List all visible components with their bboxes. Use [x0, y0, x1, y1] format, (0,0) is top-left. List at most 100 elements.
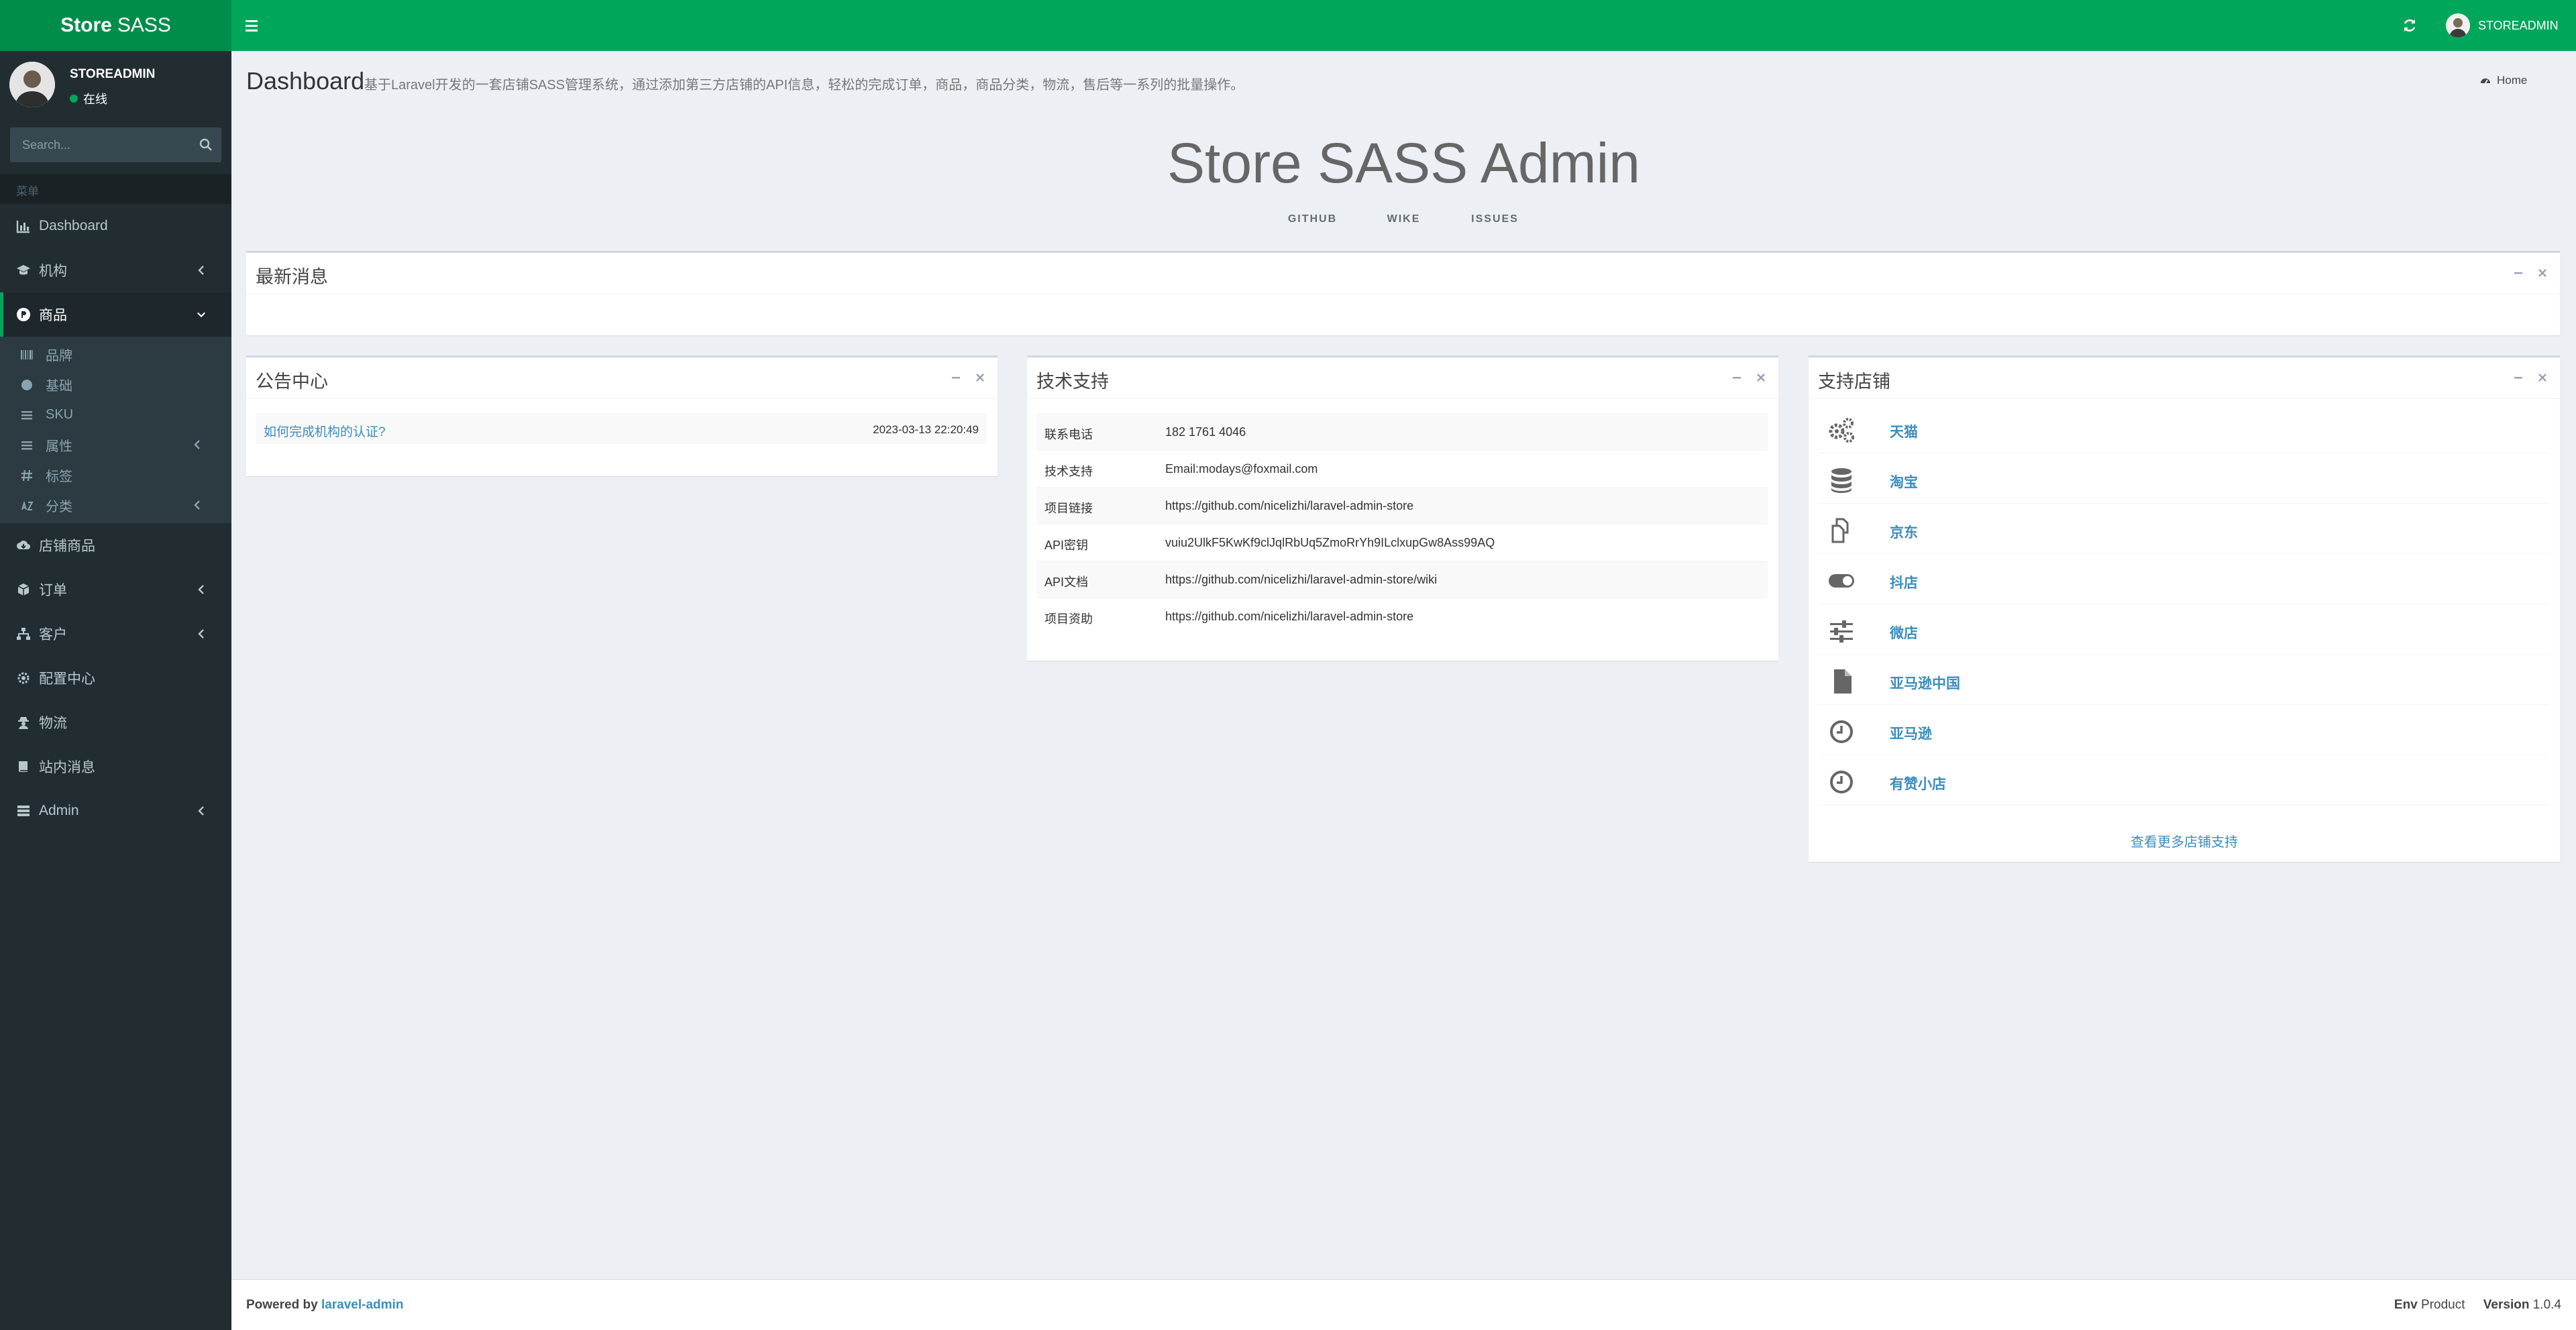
- sidebar-item-orders[interactable]: 订单: [0, 567, 231, 612]
- refresh-icon[interactable]: [2402, 17, 2418, 34]
- chart-icon: [16, 221, 30, 233]
- submenu-item-tags[interactable]: 标签: [0, 460, 231, 490]
- notice-link[interactable]: 如何完成机构的认证?: [264, 422, 386, 440]
- shop-item-douyin[interactable]: 抖店: [1818, 554, 2549, 604]
- sidebar-search: [10, 127, 221, 162]
- hero-title: Store SASS Admin: [1167, 131, 1641, 195]
- close-icon[interactable]: [973, 371, 987, 384]
- menu-header: 菜单: [0, 174, 231, 204]
- collapse-icon[interactable]: [1730, 371, 1743, 384]
- submenu-item-category[interactable]: 分类: [0, 490, 231, 520]
- submenu-item-sku[interactable]: SKU: [0, 400, 231, 430]
- sidebar-item-config-center[interactable]: 配置中心: [0, 656, 231, 700]
- sidebar-menu: Dashboard 机构 商品 品牌 基础 SKU 属性 标签 分类 店铺商品 …: [0, 204, 231, 833]
- sort-alpha-icon: [21, 500, 34, 510]
- sidebar-item-admin[interactable]: Admin: [0, 789, 231, 833]
- sidebar-item-store-products[interactable]: 店铺商品: [0, 523, 231, 567]
- list-icon: [21, 441, 32, 449]
- tech-key: 联系电话: [1044, 428, 1093, 441]
- dashboard-icon: [2481, 78, 2490, 84]
- submenu-item-basic[interactable]: 基础: [0, 370, 231, 400]
- sidebar-item-label: 订单: [39, 583, 67, 598]
- tech-value: Email:modays@foxmail.com: [1165, 462, 1318, 476]
- close-icon[interactable]: [2536, 266, 2549, 280]
- submenu-item-label: 品牌: [46, 349, 72, 364]
- tech-table: 联系电话 182 1761 4046 技术支持 Email:modays@foxma…: [1036, 413, 1768, 634]
- circle-icon: [21, 379, 32, 390]
- sidebar-item-messages[interactable]: 站内消息: [0, 744, 231, 789]
- products-submenu: 品牌 基础 SKU 属性 标签 分类: [0, 337, 231, 523]
- breadcrumb-home: Home: [2497, 74, 2528, 87]
- shop-item-jd[interactable]: 京东: [1818, 504, 2549, 554]
- more-shops-link[interactable]: 查看更多店铺支持: [1809, 831, 2560, 850]
- brand-name-bold: Store: [60, 14, 112, 36]
- collapse-icon[interactable]: [2512, 371, 2525, 384]
- github-link[interactable]: GITHUB: [1267, 213, 1358, 225]
- book-icon: [19, 761, 28, 772]
- shop-item-amazon[interactable]: 亚马逊: [1818, 705, 2549, 755]
- tech-value: https://github.com/nicelizhi/laravel-adm…: [1165, 610, 1414, 623]
- collapse-icon[interactable]: [2512, 266, 2525, 280]
- shop-item-taobao[interactable]: 淘宝: [1818, 453, 2549, 504]
- shop-list: 天猫 淘宝 京东 抖店 微店 亚马逊中国 亚马逊 有赞小店: [1818, 403, 2549, 806]
- search-input[interactable]: [10, 127, 181, 162]
- shop-item-youzan[interactable]: 有赞小店: [1818, 755, 2549, 806]
- env-label: Env: [2394, 1298, 2418, 1312]
- sliders-icon: [1830, 620, 1853, 643]
- sidebar-item-label: 客户: [39, 627, 67, 643]
- collapse-icon[interactable]: [949, 371, 963, 384]
- issues-link[interactable]: ISSUES: [1450, 213, 1541, 225]
- chevron-left-icon: [198, 806, 204, 816]
- shop-name: 微店: [1890, 626, 1918, 641]
- tech-value: vuiu2UlkF5KwKf9clJqlRbUq5ZmoRrYh9ILclxup…: [1165, 536, 1495, 549]
- hero: Store SASS Admin: [231, 131, 2576, 196]
- tech-key: API文档: [1044, 575, 1089, 589]
- table-row: API文档 https://github.com/nicelizhi/larave…: [1036, 561, 1768, 598]
- list-icon: [21, 410, 32, 419]
- table-row: 联系电话 182 1761 4046: [1036, 413, 1768, 450]
- brand-logo[interactable]: Store SASS: [0, 0, 231, 51]
- hero-links: GITHUB WIKE ISSUES: [231, 213, 2576, 225]
- page-title: Dashboard: [246, 67, 365, 95]
- sidebar-item-label: Dashboard: [39, 218, 108, 233]
- close-icon[interactable]: [1754, 371, 1768, 384]
- submenu-item-attributes[interactable]: 属性: [0, 430, 231, 460]
- sidebar-item-organization[interactable]: 机构: [0, 248, 231, 292]
- shop-name: 亚马逊中国: [1890, 676, 1960, 691]
- online-dot-icon: [70, 95, 78, 103]
- box-title: 技术支持: [1036, 372, 1109, 392]
- notice-box: 公告中心 如何完成机构的认证? 2023-03-13 22:20:49: [246, 355, 998, 476]
- wike-link[interactable]: WIKE: [1358, 213, 1450, 225]
- sidebar-item-customers[interactable]: 客户: [0, 612, 231, 656]
- breadcrumb[interactable]: Home: [2479, 74, 2527, 87]
- version-label: Version: [2483, 1298, 2530, 1312]
- box-title: 最新消息: [256, 267, 328, 287]
- shop-item-weidian[interactable]: 微店: [1818, 604, 2549, 655]
- product-hunt-icon: [17, 308, 30, 321]
- shop-item-amazon-cn[interactable]: 亚马逊中国: [1818, 655, 2549, 705]
- sidebar-item-products[interactable]: 商品: [0, 292, 231, 337]
- sidebar-item-dashboard[interactable]: Dashboard: [0, 204, 231, 248]
- box-header: 技术支持: [1027, 357, 1778, 399]
- shop-name: 有赞小店: [1890, 777, 1946, 792]
- notice-date: 2023-03-13 22:20:49: [873, 423, 979, 436]
- close-icon[interactable]: [2536, 371, 2549, 384]
- search-icon[interactable]: [199, 137, 213, 152]
- chevron-left-icon: [198, 629, 204, 639]
- sitemap-icon: [17, 628, 30, 640]
- user-menu[interactable]: STOREADMIN: [2446, 12, 2559, 39]
- submenu-item-brand[interactable]: 品牌: [0, 339, 231, 370]
- hashtag-icon: [21, 469, 32, 481]
- top-navbar: Store SASS STOREADMIN: [0, 0, 2576, 51]
- sidebar-item-logistics[interactable]: 物流: [0, 700, 231, 744]
- shop-item-tmall[interactable]: 天猫: [1818, 403, 2549, 453]
- graduation-cap-icon: [17, 265, 30, 275]
- submenu-item-label: 分类: [46, 500, 72, 514]
- box-title: 公告中心: [256, 372, 328, 392]
- submenu-item-label: SKU: [46, 407, 74, 422]
- copy-icon: [1831, 518, 1849, 543]
- tech-support-box: 技术支持 联系电话 182 1761 4046 技术支持 Email:modays@…: [1027, 355, 1778, 661]
- laravel-admin-link[interactable]: laravel-admin: [321, 1298, 404, 1312]
- sidebar-toggle-icon[interactable]: [246, 16, 259, 35]
- box-tools: [1730, 371, 1768, 384]
